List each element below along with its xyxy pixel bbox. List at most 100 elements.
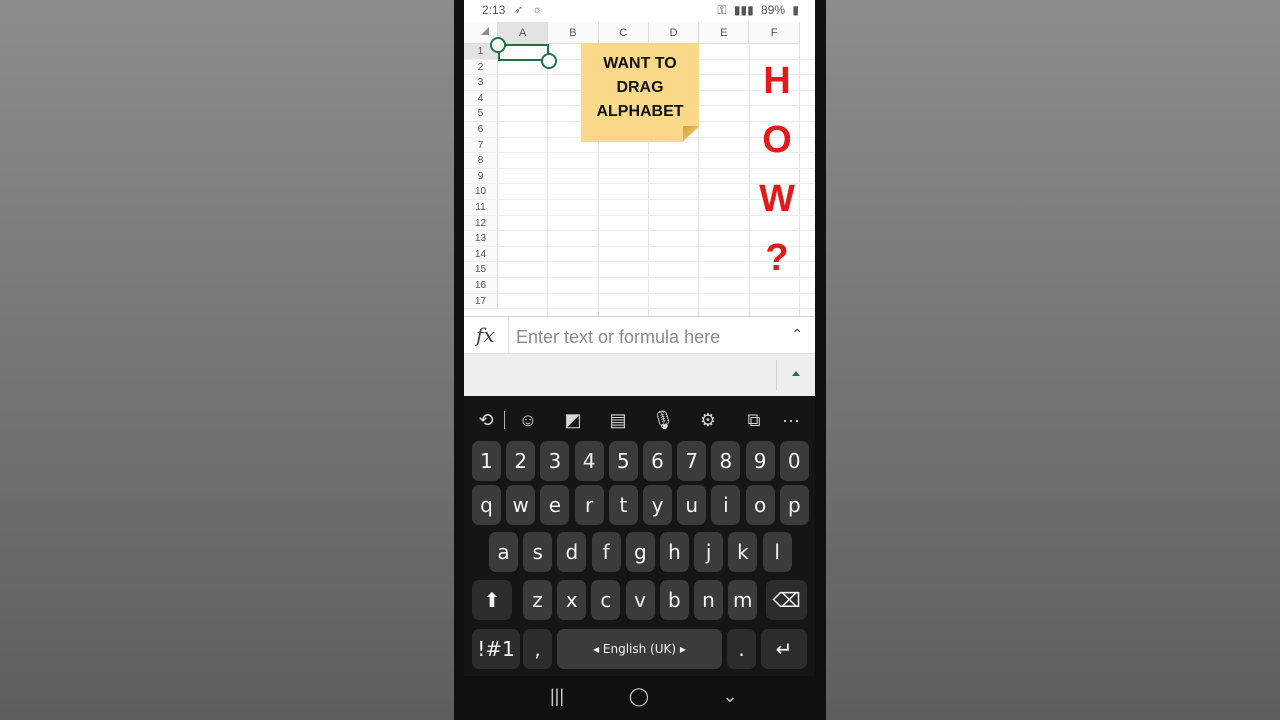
key-l[interactable]: l [762, 532, 792, 572]
shift-key[interactable]: ⬆ [472, 580, 512, 620]
key-n[interactable]: n [694, 580, 723, 620]
back-icon[interactable]: ⌄ [710, 686, 750, 707]
selection-handle-start[interactable] [490, 37, 506, 53]
row-header-5[interactable]: 5 [464, 106, 498, 122]
row-header-3[interactable]: 3 [464, 75, 498, 91]
column-header-b[interactable]: B [548, 22, 599, 44]
signal-icon: ▮▮▮ [733, 3, 754, 17]
column-header-c[interactable]: C [598, 22, 649, 44]
more-icon[interactable]: ··· [775, 404, 807, 436]
expand-triangle-icon[interactable] [792, 371, 800, 376]
row-header-7[interactable]: 7 [464, 137, 498, 154]
mic-icon[interactable]: 🎙 [647, 404, 679, 436]
column-header-f[interactable]: F [749, 22, 800, 44]
key-y[interactable]: y [643, 485, 672, 525]
row-header-10[interactable]: 10 [464, 184, 498, 200]
key-h[interactable]: h [660, 532, 689, 572]
settings-icon[interactable]: ⚙ [692, 404, 724, 436]
key-f[interactable]: f [591, 532, 621, 572]
key-e[interactable]: e [540, 485, 570, 525]
column-header-a[interactable]: A [498, 22, 549, 44]
row-header-8[interactable]: 8 [464, 153, 498, 169]
key-7[interactable]: 7 [677, 441, 707, 481]
key-5[interactable]: 5 [608, 441, 638, 481]
row-header-9[interactable]: 9 [464, 168, 498, 185]
key-9[interactable]: 9 [745, 441, 775, 481]
row-header-17[interactable]: 17 [464, 293, 498, 310]
key-d[interactable]: d [557, 532, 587, 572]
key-u[interactable]: u [677, 485, 707, 525]
translate-icon[interactable]: ⟲ [470, 404, 502, 436]
recents-icon[interactable]: ||| [537, 686, 577, 707]
enter-key[interactable]: ↵ [761, 629, 807, 669]
row-header-4[interactable]: 4 [464, 90, 498, 107]
key-j[interactable]: j [694, 532, 724, 572]
spreadsheet-grid[interactable]: A B C D E F 1 2 3 4 5 6 7 8 9 10 11 12 13 14 15 16 17 WANT TO … [464, 20, 815, 316]
key-r[interactable]: r [574, 485, 604, 525]
formula-input[interactable] [514, 323, 778, 351]
comma-key[interactable]: , [523, 629, 552, 669]
toolbar-divider [504, 411, 505, 429]
key-1[interactable]: 1 [472, 441, 501, 481]
grid-line [498, 167, 815, 169]
selection-handle-end[interactable] [541, 53, 557, 69]
sticker-icon[interactable]: ◩ [557, 404, 589, 436]
how-question-mark: ? [765, 237, 789, 279]
key-v[interactable]: v [625, 580, 655, 620]
formula-bar: fx ⌃ [464, 316, 815, 354]
key-6[interactable]: 6 [643, 441, 672, 481]
status-right: ⚿ ▮▮▮ 89% ▮ [713, 3, 799, 18]
key-s[interactable]: s [523, 532, 553, 572]
key-3[interactable]: 3 [540, 441, 570, 481]
key-z[interactable]: z [523, 580, 552, 620]
key-g[interactable]: g [625, 532, 655, 572]
space-key[interactable]: ◂ English (UK) ▸ [557, 629, 722, 669]
grid-line [748, 44, 750, 316]
symbols-key[interactable]: !#1 [472, 629, 520, 669]
how-letter-o: O [762, 119, 792, 161]
key-p[interactable]: p [779, 485, 809, 525]
key-4[interactable]: 4 [574, 441, 604, 481]
key-w[interactable]: w [506, 485, 536, 525]
column-header-e[interactable]: E [699, 22, 750, 44]
row-header-13[interactable]: 13 [464, 231, 498, 247]
key-0[interactable]: 0 [779, 441, 809, 481]
toolbar-divider [776, 360, 777, 390]
row-header-6[interactable]: 6 [464, 122, 498, 138]
status-bar: 2:13 ➶ ☼ ⚿ ▮▮▮ 89% ▮ [464, 0, 815, 20]
column-header-d[interactable]: D [648, 22, 700, 44]
sticky-note-text: WANT TO DRAG ALPHABET [581, 52, 699, 124]
key-m[interactable]: m [728, 580, 758, 620]
grid-line [547, 44, 549, 316]
key-b[interactable]: b [659, 580, 689, 620]
row-header-11[interactable]: 11 [464, 200, 498, 216]
key-a[interactable]: a [489, 532, 518, 572]
emoji-icon[interactable]: ☺ [512, 404, 544, 436]
backspace-key[interactable]: ⌫ [766, 580, 807, 620]
phone-screen: 2:13 ➶ ☼ ⚿ ▮▮▮ 89% ▮ A B C D E F 1 2 3 4 5 6 7 8 9 10 11… [454, 0, 826, 720]
key-c[interactable]: c [591, 580, 621, 620]
screen-translate-icon[interactable]: ⧉ [738, 404, 770, 436]
chevron-up-icon[interactable]: ⌃ [791, 326, 803, 343]
key-q[interactable]: q [472, 485, 501, 525]
sticky-note-fold [683, 126, 699, 142]
key-icon: ⚿ [717, 3, 727, 17]
fx-icon[interactable]: fx [476, 323, 495, 347]
key-x[interactable]: x [557, 580, 587, 620]
key-o[interactable]: o [745, 485, 775, 525]
period-key[interactable]: . [727, 629, 756, 669]
sticky-note-line: WANT TO [603, 55, 677, 72]
clipboard-icon[interactable]: ▤ [602, 404, 634, 436]
row-header-2[interactable]: 2 [464, 59, 498, 76]
key-k[interactable]: k [728, 532, 758, 572]
row-header-14[interactable]: 14 [464, 246, 498, 263]
key-i[interactable]: i [711, 485, 741, 525]
key-2[interactable]: 2 [506, 441, 536, 481]
row-header-15[interactable]: 15 [464, 262, 498, 278]
row-header-12[interactable]: 12 [464, 215, 498, 232]
row-header-16[interactable]: 16 [464, 278, 498, 294]
key-8[interactable]: 8 [711, 441, 741, 481]
how-letter-w: W [759, 178, 795, 220]
key-t[interactable]: t [608, 485, 638, 525]
home-icon[interactable]: ◯ [619, 686, 659, 707]
